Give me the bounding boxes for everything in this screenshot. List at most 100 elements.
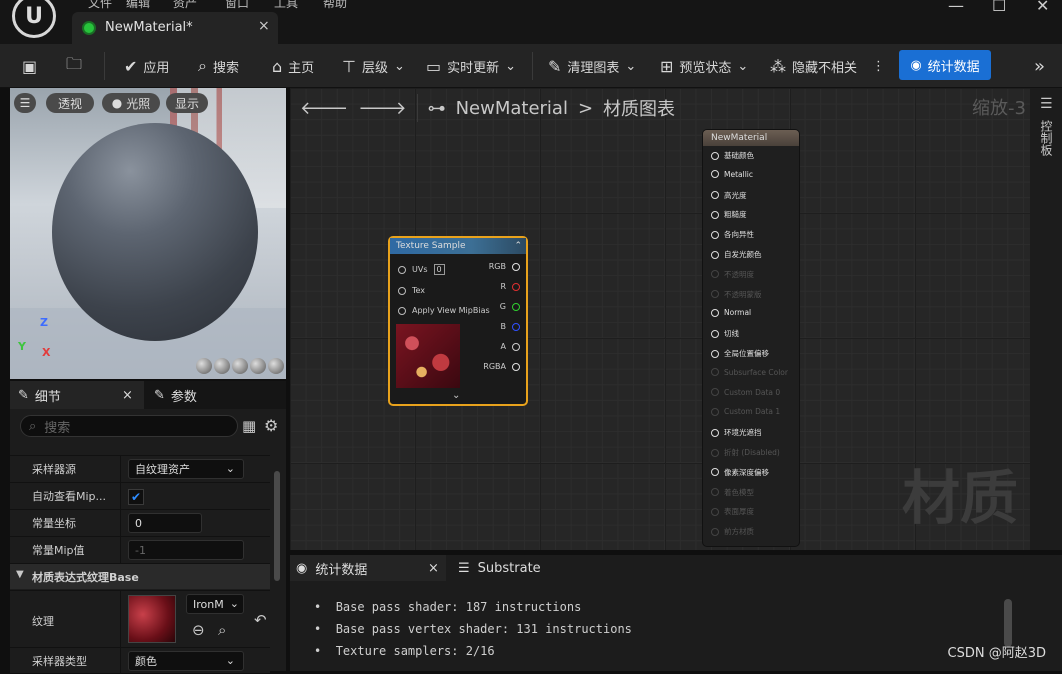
menu-edit[interactable]: 编辑 xyxy=(126,0,150,11)
material-input-pin[interactable]: 各向异性 xyxy=(711,229,754,240)
browse-button[interactable]: 🗀 xyxy=(66,54,82,78)
live-update-dropdown[interactable]: ▭ 实时更新 ⌄ xyxy=(426,54,516,78)
input-pin-uvs[interactable]: UVs 0 xyxy=(398,264,445,275)
maximize-icon[interactable]: ☐ xyxy=(992,0,1006,15)
breadcrumb-asset[interactable]: NewMaterial xyxy=(456,98,568,119)
output-pin-g[interactable]: G xyxy=(500,302,520,311)
stats-scrollbar[interactable] xyxy=(1004,599,1012,647)
auto-mip-checkbox[interactable]: ✔ xyxy=(128,489,144,505)
material-input-pin[interactable]: 粗糙度 xyxy=(711,209,747,220)
show-button[interactable]: 显示 xyxy=(166,93,208,113)
material-input-pin[interactable]: 环境光遮挡 xyxy=(711,427,762,438)
material-input-pin[interactable]: Metallic xyxy=(711,170,753,179)
material-input-pin[interactable]: 折射 (Disabled) xyxy=(711,447,780,458)
minimize-icon[interactable]: — xyxy=(948,0,964,15)
sphere-icon[interactable] xyxy=(214,358,230,374)
output-pin-a[interactable]: A xyxy=(501,342,520,351)
material-result-node[interactable]: NewMaterial 基础颜色 Metallic 高光度 粗糙度 各向异性 自发光颜色不… xyxy=(703,130,799,546)
forward-arrow-icon[interactable]: 🡒 xyxy=(358,98,406,119)
material-input-pin[interactable]: 像素深度偏移 xyxy=(711,467,769,478)
menu-asset[interactable]: 资产 xyxy=(173,0,197,11)
search-button[interactable]: ⌕ 搜索 xyxy=(198,54,239,78)
menu-tools[interactable]: 工具 xyxy=(274,0,298,11)
custom-mesh-icon[interactable] xyxy=(268,358,284,374)
material-input-pin[interactable]: 着色模型 xyxy=(711,487,754,498)
apply-button[interactable]: ✔ 应用 xyxy=(124,54,169,78)
clean-graph-dropdown[interactable]: ✎ 清理图表 ⌄ xyxy=(548,54,636,78)
expand-toolbar-button[interactable]: » xyxy=(1034,54,1045,78)
material-input-pin[interactable]: 自发光颜色 xyxy=(711,249,762,260)
const-coord-value: 0 xyxy=(135,516,142,530)
section-header[interactable]: ▼ 材质表达式纹理Base xyxy=(10,563,270,589)
material-input-pin[interactable]: Subsurface Color xyxy=(711,368,788,377)
stats-button[interactable]: ◉ 统计数据 xyxy=(899,50,991,80)
preview-mesh-selector[interactable] xyxy=(196,358,286,376)
const-coord-input[interactable]: 0 xyxy=(128,513,202,533)
tab-parameters[interactable]: ✎ 参数 xyxy=(146,381,266,409)
menu-help[interactable]: 帮助 xyxy=(323,0,347,11)
texture-dropdown[interactable]: IronM ⌄ xyxy=(186,594,244,614)
material-input-pin[interactable]: 表面厚度 xyxy=(711,506,754,517)
close-icon[interactable]: × xyxy=(428,561,439,576)
home-button[interactable]: ⌂ 主页 xyxy=(272,54,314,78)
input-pin-mipbias[interactable]: Apply View MipBias xyxy=(398,306,490,315)
texture-sample-node[interactable]: Texture Sample ⌃ UVs 0 Tex Apply View MipB… xyxy=(388,236,528,406)
output-pin-rgba[interactable]: RGBA xyxy=(483,362,520,371)
material-input-pin[interactable]: 高光度 xyxy=(711,190,747,201)
tab-details[interactable]: ✎ 细节 × xyxy=(10,381,144,409)
const-mip-input[interactable]: -1 xyxy=(128,540,244,560)
sampler-type-dropdown[interactable]: 颜色 ⌄ xyxy=(128,651,244,671)
save-button[interactable]: ▣ xyxy=(22,54,37,78)
material-input-pin[interactable]: 不透明蒙版 xyxy=(711,289,762,300)
preview-state-dropdown[interactable]: ⊞ 预览状态 ⌄ xyxy=(660,54,748,78)
perspective-button[interactable]: 透视 xyxy=(46,93,94,113)
output-pin-rgb[interactable]: RGB xyxy=(489,262,520,271)
details-scrollbar[interactable] xyxy=(274,471,280,581)
palette-icon[interactable]: ☰ xyxy=(1040,96,1053,112)
tab-close-button[interactable]: × xyxy=(258,18,270,34)
close-icon[interactable]: × xyxy=(122,388,133,403)
reset-arrow-icon[interactable]: ↶ xyxy=(254,611,267,629)
expand-chevron-icon[interactable]: ⌄ xyxy=(452,390,460,401)
lit-button[interactable]: ● 光照 xyxy=(102,93,160,113)
material-input-pin[interactable]: Custom Data 1 xyxy=(711,407,780,416)
menu-window[interactable]: 窗口 xyxy=(225,0,249,11)
palette-tab[interactable]: 控制板 xyxy=(1038,120,1055,156)
menu-file[interactable]: 文件 xyxy=(88,0,112,11)
gear-icon[interactable]: ⚙ xyxy=(264,416,278,435)
material-input-pin[interactable]: 切线 xyxy=(711,328,739,339)
tab-stats[interactable]: ◉ 统计数据 × xyxy=(290,555,446,581)
material-input-pin[interactable]: 全局位置偏移 xyxy=(711,348,769,359)
material-graph[interactable]: 🡐 🡒 ⊶ NewMaterial > 材质图表 缩放-3 材质 Texture… xyxy=(290,88,1030,550)
plane-icon[interactable] xyxy=(232,358,248,374)
tab-substrate[interactable]: ☰ Substrate xyxy=(458,555,541,581)
cube-icon[interactable] xyxy=(250,358,266,374)
cylinder-icon[interactable] xyxy=(196,358,212,374)
material-input-pin[interactable]: 基础颜色 xyxy=(711,150,754,161)
preview-viewport[interactable]: ☰ 透视 ● 光照 显示 Z Y X xyxy=(10,88,286,379)
table-view-icon[interactable]: ▦ xyxy=(242,417,256,435)
close-window-icon[interactable]: ✕ xyxy=(1036,0,1049,15)
material-input-pin[interactable]: Custom Data 0 xyxy=(711,388,780,397)
input-pin-tex[interactable]: Tex xyxy=(398,286,425,295)
collapse-icon[interactable]: ⌃ xyxy=(514,238,522,254)
material-input-pin[interactable]: Normal xyxy=(711,308,751,317)
output-pin-r[interactable]: R xyxy=(500,282,520,291)
texture-thumbnail[interactable] xyxy=(128,595,176,643)
viewport-menu-button[interactable]: ☰ xyxy=(14,93,36,113)
back-arrow-icon[interactable]: 🡐 xyxy=(300,98,348,119)
uv-value[interactable]: 0 xyxy=(433,264,445,275)
pin-label: Subsurface Color xyxy=(724,367,788,377)
material-input-pin[interactable]: 前方材质 xyxy=(711,526,754,537)
breadcrumb-graph[interactable]: 材质图表 xyxy=(603,95,675,121)
more-options-button[interactable]: ⋮ xyxy=(872,54,885,78)
browse-asset-icon[interactable]: ⌕ xyxy=(218,621,226,639)
material-input-pin[interactable]: 不透明度 xyxy=(711,269,754,280)
details-search-input[interactable]: ⌕ 搜索 xyxy=(20,415,238,437)
hierarchy-dropdown[interactable]: ⊤ 层级 ⌄ xyxy=(342,54,405,78)
sampler-source-dropdown[interactable]: 自纹理资产 ⌄ xyxy=(128,459,244,479)
hide-unrelated-button[interactable]: ⁂ 隐藏不相关 xyxy=(770,54,857,78)
tab-newmaterial[interactable]: NewMaterial* × xyxy=(72,12,278,44)
use-selected-icon[interactable]: ⊖ xyxy=(192,621,205,639)
output-pin-b[interactable]: B xyxy=(501,322,520,331)
